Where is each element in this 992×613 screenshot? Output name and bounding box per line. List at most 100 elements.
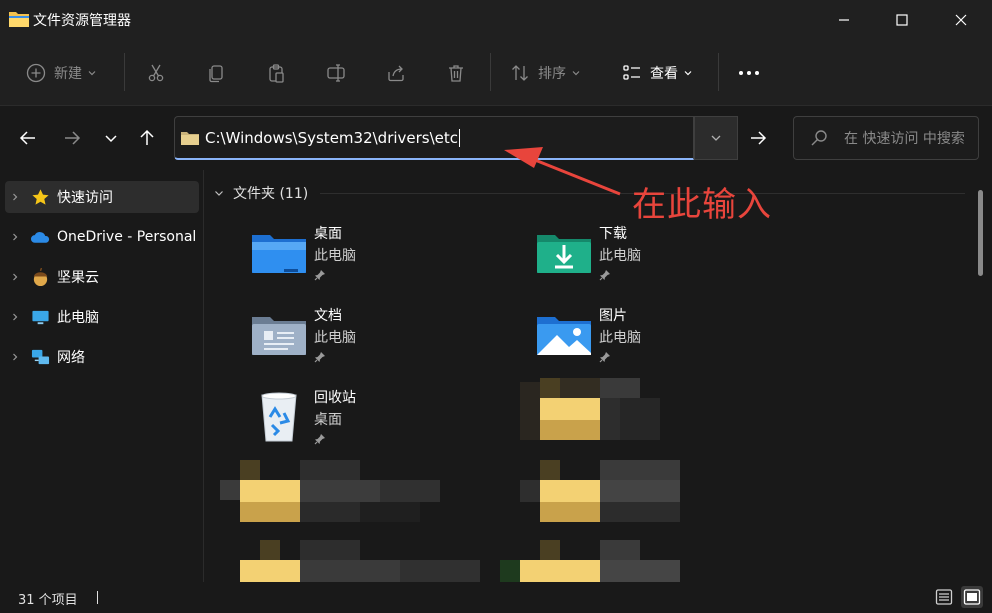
folder-tile-pictures[interactable]: 图片 此电脑 — [535, 305, 775, 373]
details-view-button[interactable] — [933, 586, 955, 608]
navigation-bar: C:\Windows\System32\drivers\etc 在 快速访问 中… — [0, 106, 992, 170]
cloud-icon — [29, 226, 51, 248]
expand-chevron-icon[interactable] — [5, 192, 25, 202]
rename-icon — [327, 64, 345, 82]
maximize-icon — [896, 14, 908, 26]
nut-icon — [29, 266, 51, 288]
trash-icon — [449, 65, 463, 82]
item-count: 31 个项目 — [18, 593, 78, 608]
delete-button[interactable] — [446, 57, 466, 89]
search-icon — [811, 130, 827, 146]
copy-button[interactable] — [206, 57, 226, 89]
recycle-bin-icon — [261, 392, 297, 442]
pixelated-tile — [220, 460, 440, 522]
go-button[interactable] — [740, 120, 776, 156]
expand-chevron-icon[interactable] — [5, 352, 25, 362]
address-bar[interactable]: C:\Windows\System32\drivers\etc — [174, 116, 694, 160]
minimize-icon — [839, 19, 849, 21]
pin-icon — [599, 270, 610, 281]
pixelated-tile — [520, 460, 680, 522]
view-button[interactable]: 查看 — [622, 57, 693, 89]
minimize-button[interactable] — [815, 0, 873, 40]
network-icon — [29, 346, 51, 368]
group-header-label: 文件夹 (11) — [233, 186, 309, 202]
sidebar-item-label: 网络 — [57, 350, 85, 366]
sidebar-item-this-pc[interactable]: 此电脑 — [5, 301, 199, 333]
command-bar: 新建 排序 查看 — [0, 40, 992, 106]
status-divider — [97, 591, 98, 604]
add-circle-icon — [26, 63, 46, 83]
sidebar-item-jianguoyun[interactable]: 坚果云 — [5, 261, 199, 293]
text-cursor — [459, 128, 461, 147]
new-label: 新建 — [54, 66, 82, 82]
folder-tile-recycle-bin[interactable]: 回收站 桌面 — [250, 387, 490, 455]
folders-group-header[interactable]: 文件夹 (11) — [213, 183, 308, 203]
paste-button[interactable] — [266, 57, 286, 89]
tile-location: 此电脑 — [599, 248, 641, 264]
title-bar: 文件资源管理器 — [0, 0, 992, 40]
back-button[interactable] — [14, 124, 42, 152]
forward-button[interactable] — [58, 124, 86, 152]
toolbar-divider — [718, 53, 719, 91]
share-icon — [388, 65, 404, 82]
copy-icon — [209, 65, 223, 83]
pin-icon — [314, 434, 325, 445]
tile-name: 桌面 — [314, 226, 342, 242]
pin-icon — [314, 270, 325, 281]
arrow-up-icon — [140, 129, 154, 145]
address-path[interactable]: C:\Windows\System32\drivers\etc — [205, 129, 458, 147]
desktop-folder-icon — [252, 235, 306, 273]
pixelated-tile — [500, 540, 680, 582]
vertical-scrollbar[interactable] — [978, 190, 983, 276]
tile-name: 文档 — [314, 308, 342, 324]
folder-tile-desktop[interactable]: 桌面 此电脑 — [250, 223, 490, 291]
close-button[interactable] — [932, 0, 990, 40]
recent-locations-button[interactable] — [97, 124, 125, 152]
expand-chevron-icon[interactable] — [5, 232, 25, 242]
clipboard-icon — [269, 64, 284, 83]
folder-tile-downloads[interactable]: 下载 此电脑 — [535, 223, 775, 291]
pictures-folder-icon — [537, 317, 591, 355]
documents-folder-icon — [252, 317, 306, 355]
toolbar-divider — [124, 53, 125, 91]
sidebar-item-onedrive[interactable]: OneDrive - Personal — [5, 221, 199, 253]
sidebar-item-label: 此电脑 — [57, 310, 99, 326]
view-label: 查看 — [650, 66, 678, 82]
file-explorer-icon — [9, 12, 29, 27]
folder-tile-documents[interactable]: 文档 此电脑 — [250, 305, 490, 373]
star-icon — [29, 186, 51, 208]
large-icons-view-icon — [963, 589, 981, 605]
sidebar-item-quick-access[interactable]: 快速访问 — [5, 181, 199, 213]
tile-name: 回收站 — [314, 390, 356, 406]
more-options-button[interactable] — [738, 57, 760, 89]
annotation-label: 在此输入 — [632, 185, 772, 225]
up-button[interactable] — [133, 124, 161, 152]
navigation-pane: 快速访问 OneDrive - Personal 坚果云 此电脑 网络 — [0, 170, 204, 582]
downloads-folder-icon — [537, 235, 591, 273]
arrow-right-icon — [65, 131, 81, 145]
scissors-icon — [148, 64, 164, 82]
rename-button[interactable] — [326, 57, 346, 89]
tile-location: 桌面 — [314, 412, 342, 428]
maximize-button[interactable] — [873, 0, 931, 40]
cut-button[interactable] — [146, 57, 166, 89]
share-button[interactable] — [386, 57, 406, 89]
tile-name: 图片 — [599, 308, 627, 324]
close-icon — [955, 14, 967, 26]
address-history-dropdown[interactable] — [694, 116, 738, 160]
more-icon — [739, 71, 759, 75]
expand-chevron-icon[interactable] — [5, 312, 25, 322]
chevron-down-icon — [684, 71, 692, 76]
arrow-left-icon — [19, 131, 35, 145]
expand-chevron-icon[interactable] — [5, 272, 25, 282]
sidebar-item-label: OneDrive - Personal — [57, 229, 197, 245]
new-button[interactable]: 新建 — [26, 57, 97, 89]
details-view-icon — [935, 589, 953, 605]
sidebar-item-network[interactable]: 网络 — [5, 341, 199, 373]
arrow-right-icon — [751, 131, 767, 145]
sort-button[interactable]: 排序 — [510, 57, 581, 89]
file-list-pane: 文件夹 (11) 桌面 此电脑 下载 此电脑 文档 此电脑 图片 此电脑 回收站… — [205, 170, 992, 582]
search-box[interactable]: 在 快速访问 中搜索 — [793, 116, 979, 160]
tiles-view-button[interactable] — [961, 586, 983, 608]
tile-location: 此电脑 — [314, 248, 356, 264]
